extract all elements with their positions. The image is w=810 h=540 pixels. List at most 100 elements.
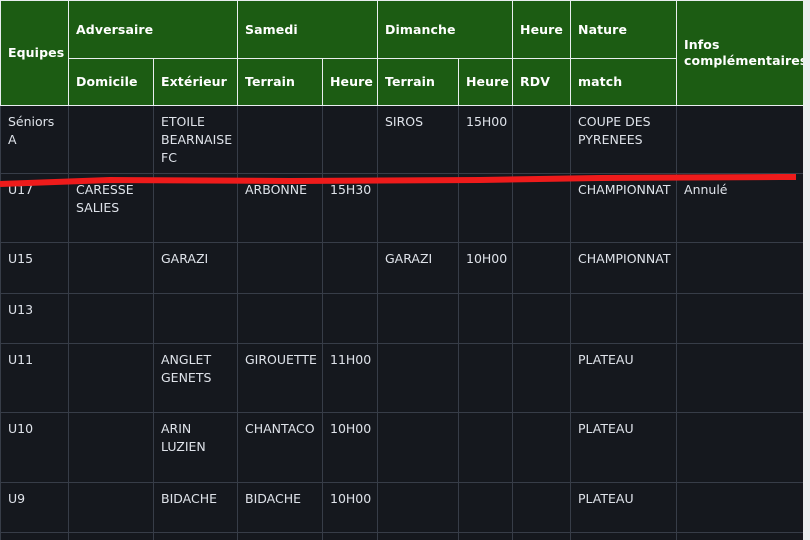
cell-nature-match[interactable]: PLATEAU [570, 343, 678, 414]
cell-dimanche-terrain[interactable]: SIROS [377, 104, 459, 175]
header-nature-top[interactable]: Nature [570, 0, 678, 59]
cell-heure-rdv[interactable] [512, 343, 572, 414]
table-row: U17 CARESSE SALIES ARBONNE 15H30 CHAMPIONNAT… [0, 173, 803, 244]
cell-domicile[interactable] [68, 343, 154, 414]
cell-dimanche-terrain[interactable] [377, 532, 459, 540]
header-samedi-terrain[interactable]: Terrain [237, 58, 323, 106]
cell-exterieur[interactable]: BIDACHE [153, 482, 238, 534]
cell-equipe[interactable]: U13 [0, 293, 69, 345]
cell-exterieur[interactable]: ARIN LUZIEN [153, 412, 238, 484]
cell-equipe[interactable]: U17 [0, 173, 69, 244]
cell-heure-rdv[interactable] [512, 173, 572, 244]
header-dimanche[interactable]: Dimanche [376, 0, 514, 59]
header-dimanche-heure[interactable]: Heure [457, 58, 514, 106]
cell-infos[interactable] [676, 242, 803, 295]
cell-exterieur[interactable] [153, 532, 238, 540]
cell-equipe[interactable]: U8 [0, 532, 69, 540]
cell-nature-match[interactable]: PLATEAU [570, 412, 678, 484]
header-samedi[interactable]: Samedi [237, 0, 378, 59]
match-schedule-table: Equipes Adversaire Samedi Dimanche Heure… [0, 0, 803, 540]
cell-heure-rdv[interactable] [512, 293, 572, 345]
cell-samedi-terrain[interactable]: BIDACHE [237, 482, 323, 534]
cell-equipe[interactable]: U15 [0, 242, 69, 295]
cell-exterieur[interactable] [153, 293, 238, 345]
cell-samedi-heure[interactable] [322, 104, 378, 175]
cell-nature-match[interactable]: COUPE DES PYRENEES [570, 104, 678, 175]
header-samedi-heure[interactable]: Heure [322, 58, 378, 106]
cell-samedi-heure[interactable] [322, 532, 378, 540]
cell-dimanche-heure[interactable] [457, 532, 514, 540]
cell-nature-match[interactable] [570, 532, 678, 540]
header-dimanche-terrain[interactable]: Terrain [377, 58, 459, 106]
cell-dimanche-terrain[interactable] [377, 173, 459, 244]
cell-heure-rdv[interactable] [512, 532, 572, 540]
cell-dimanche-heure[interactable] [457, 173, 514, 244]
cell-domicile[interactable] [68, 532, 154, 540]
cell-samedi-terrain[interactable]: ARBONNE [237, 173, 323, 244]
cell-samedi-terrain[interactable]: CHANTACO [237, 412, 323, 484]
cell-nature-match[interactable] [570, 293, 678, 345]
cell-dimanche-heure[interactable] [457, 412, 514, 484]
cell-samedi-terrain[interactable] [237, 293, 323, 345]
cell-nature-match[interactable]: CHAMPIONNAT [570, 242, 678, 295]
cell-domicile[interactable]: CARESSE SALIES [68, 173, 154, 244]
cell-infos[interactable] [676, 343, 803, 414]
cell-infos[interactable] [676, 412, 803, 484]
cell-nature-match[interactable]: CHAMPIONNAT [570, 173, 678, 244]
cell-equipe[interactable]: U9 [0, 482, 69, 534]
cell-domicile[interactable] [68, 242, 154, 295]
header-exterieur[interactable]: Extérieur [153, 58, 238, 106]
cell-heure-rdv[interactable] [512, 412, 572, 484]
cell-equipe[interactable]: Séniors A [0, 104, 69, 175]
header-infos-complementaires[interactable]: Infos complémentaires [676, 0, 803, 106]
cell-heure-rdv[interactable] [512, 242, 572, 295]
header-nature-match[interactable]: match [570, 58, 678, 106]
cell-samedi-heure[interactable]: 10H00 [322, 482, 378, 534]
header-domicile[interactable]: Domicile [68, 58, 154, 106]
cell-dimanche-terrain[interactable] [377, 412, 459, 484]
cell-heure-rdv[interactable] [512, 104, 572, 175]
cell-domicile[interactable] [68, 293, 154, 345]
table-row: U11 ANGLET GENETS GIROUETTE 11H00 PLATEAU [0, 343, 803, 414]
cell-infos[interactable] [676, 482, 803, 534]
cell-samedi-heure[interactable] [322, 293, 378, 345]
header-rdv[interactable]: RDV [512, 58, 572, 106]
cell-nature-match[interactable]: PLATEAU [570, 482, 678, 534]
header-adversaire[interactable]: Adversaire [68, 0, 238, 59]
cell-dimanche-terrain[interactable] [377, 293, 459, 345]
cell-dimanche-terrain[interactable]: GARAZI [377, 242, 459, 295]
cell-dimanche-terrain[interactable] [377, 482, 459, 534]
cell-samedi-terrain[interactable]: GIROUETTE [237, 343, 323, 414]
cell-exterieur[interactable]: ANGLET GENETS [153, 343, 238, 414]
cell-exterieur[interactable] [153, 173, 238, 244]
cell-dimanche-heure[interactable]: 15H00 [457, 104, 514, 175]
table-body: Séniors A ETOILE BEARNAISE FC SIROS 15H00 CO… [0, 104, 803, 540]
cell-samedi-heure[interactable] [322, 242, 378, 295]
cell-dimanche-heure[interactable] [457, 482, 514, 534]
table-row: U10 ARIN LUZIEN CHANTACO 10H00 PLATEAU [0, 412, 803, 484]
cell-exterieur[interactable]: ETOILE BEARNAISE FC [153, 104, 238, 175]
cell-dimanche-terrain[interactable] [377, 343, 459, 414]
cell-samedi-terrain[interactable] [237, 242, 323, 295]
cell-domicile[interactable] [68, 482, 154, 534]
cell-infos[interactable] [676, 104, 803, 175]
cell-infos[interactable] [676, 532, 803, 540]
cell-exterieur[interactable]: GARAZI [153, 242, 238, 295]
cell-samedi-terrain[interactable] [237, 532, 323, 540]
cell-dimanche-heure[interactable] [457, 293, 514, 345]
cell-samedi-heure[interactable]: 15H30 [322, 173, 378, 244]
header-heure-rdv-top[interactable]: Heure [512, 0, 572, 59]
cell-domicile[interactable] [68, 412, 154, 484]
header-equipes[interactable]: Equipes [0, 0, 69, 106]
cell-dimanche-heure[interactable]: 10H00 [457, 242, 514, 295]
cell-infos[interactable] [676, 293, 803, 345]
cell-domicile[interactable] [68, 104, 154, 175]
cell-samedi-heure[interactable]: 10H00 [322, 412, 378, 484]
cell-samedi-terrain[interactable] [237, 104, 323, 175]
cell-heure-rdv[interactable] [512, 482, 572, 534]
cell-equipe[interactable]: U11 [0, 343, 69, 414]
cell-infos[interactable]: Annulé [676, 173, 803, 244]
cell-equipe[interactable]: U10 [0, 412, 69, 484]
cell-dimanche-heure[interactable] [457, 343, 514, 414]
cell-samedi-heure[interactable]: 11H00 [322, 343, 378, 414]
